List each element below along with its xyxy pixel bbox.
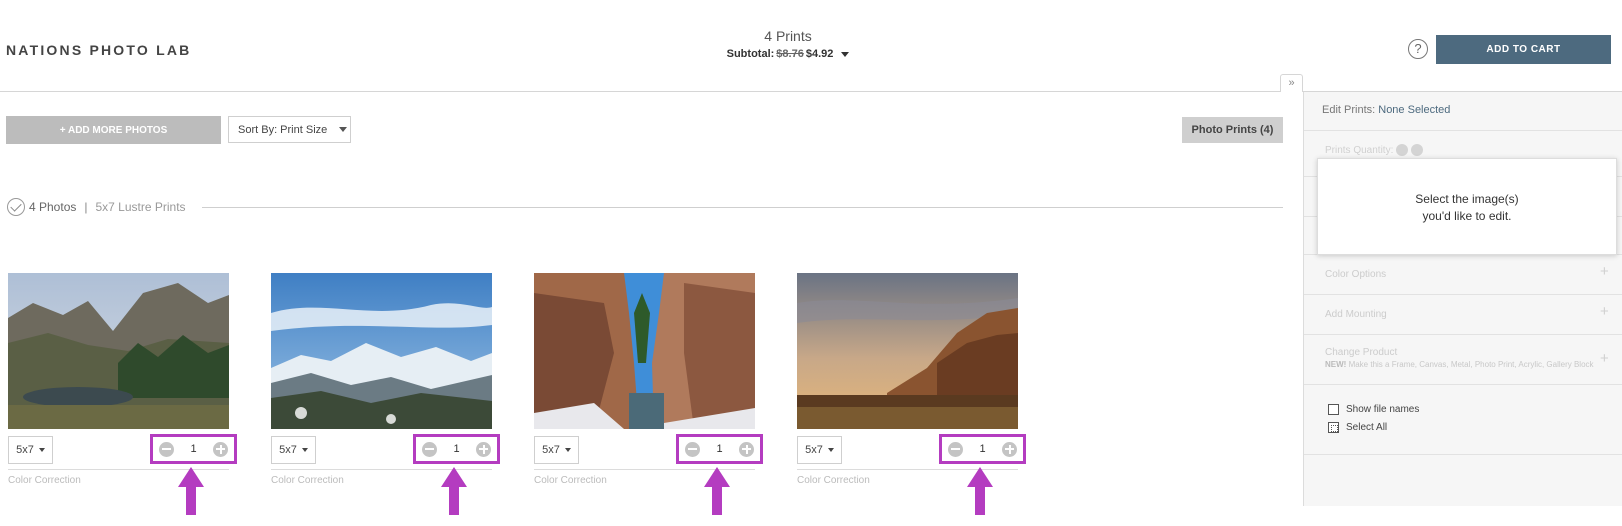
photo-thumbnail-canyon-rocks[interactable] bbox=[534, 273, 755, 429]
quantity-stepper: 1 bbox=[676, 434, 763, 464]
print-size-value: 5x7 bbox=[542, 444, 560, 456]
plus-icon[interactable] bbox=[213, 441, 228, 457]
logo[interactable]: NATIONS PHOTO LAB bbox=[6, 42, 191, 58]
order-summary: 4 Prints Subtotal: $8.76 $4.92 bbox=[688, 28, 888, 60]
quantity-value[interactable]: 1 bbox=[453, 443, 459, 455]
select-images-tooltip: Select the image(s) you'd like to edit. bbox=[1317, 158, 1617, 255]
color-correction-label[interactable]: Color Correction bbox=[271, 475, 344, 486]
minus-icon[interactable] bbox=[159, 441, 174, 457]
panel-divider bbox=[1304, 454, 1622, 455]
plus-icon[interactable] bbox=[1411, 144, 1424, 156]
prints-count-title: 4 Prints bbox=[764, 28, 812, 44]
add-mounting-item[interactable]: Add Mounting bbox=[1325, 309, 1387, 320]
chevron-down-icon bbox=[339, 127, 348, 132]
tooltip-line-2: you'd like to edit. bbox=[1422, 209, 1512, 223]
arrow-up-icon bbox=[967, 467, 993, 515]
print-size-select[interactable]: 5x7 bbox=[797, 436, 842, 464]
plus-icon[interactable] bbox=[1002, 441, 1017, 457]
color-correction-label[interactable]: Color Correction bbox=[534, 475, 607, 486]
print-size-value: 5x7 bbox=[805, 444, 823, 456]
minus-icon[interactable] bbox=[422, 441, 437, 457]
minus-icon[interactable] bbox=[685, 441, 700, 457]
subtotal-label: Subtotal: bbox=[726, 48, 775, 60]
collapse-panel-tab[interactable]: » bbox=[1280, 74, 1303, 92]
plus-icon[interactable] bbox=[476, 441, 491, 457]
separator: | bbox=[84, 200, 88, 214]
plus-icon[interactable]: + bbox=[1600, 350, 1609, 367]
panel-divider bbox=[1304, 384, 1622, 385]
add-more-photos-button[interactable]: + ADD MORE PHOTOS bbox=[6, 116, 221, 144]
help-icon[interactable]: ? bbox=[1408, 39, 1428, 59]
quantity-stepper: 1 bbox=[150, 434, 237, 464]
photo-count: 4 Photos bbox=[29, 200, 77, 214]
photo-thumbnail-sunset-cliff[interactable] bbox=[797, 273, 1018, 429]
print-size-value: 5x7 bbox=[279, 444, 297, 456]
change-product-item[interactable]: Change Product bbox=[1325, 347, 1397, 358]
quantity-stepper: 1 bbox=[413, 434, 500, 464]
prints-quantity-row: Prints Quantity: bbox=[1325, 144, 1424, 156]
add-to-cart-button[interactable]: ADD TO CART bbox=[1436, 35, 1611, 64]
quantity-value[interactable]: 1 bbox=[190, 443, 196, 455]
plus-icon[interactable]: + bbox=[1600, 263, 1609, 280]
plus-icon[interactable] bbox=[739, 441, 754, 457]
panel-divider bbox=[1304, 334, 1622, 335]
select-group-check-icon[interactable] bbox=[7, 198, 25, 216]
select-all-label: Select All bbox=[1346, 422, 1388, 433]
new-badge: NEW! bbox=[1325, 360, 1347, 369]
change-product-note: NEW! Make this a Frame, Canvas, Metal, P… bbox=[1325, 360, 1595, 370]
arrow-up-icon bbox=[704, 467, 730, 515]
header-bar: NATIONS PHOTO LAB 4 Prints Subtotal: $8.… bbox=[0, 0, 1622, 92]
subtotal-toggle[interactable]: Subtotal: $8.76 $4.92 bbox=[688, 48, 888, 60]
section-header: 4 Photos | 5x7 Lustre Prints bbox=[7, 198, 186, 216]
section-divider bbox=[202, 207, 1283, 208]
sort-by-select[interactable]: Sort By: Print Size bbox=[228, 116, 351, 143]
sort-by-label: Sort By: Print Size bbox=[238, 123, 328, 136]
change-product-description: Make this a Frame, Canvas, Metal, Photo … bbox=[1348, 360, 1594, 369]
quantity-stepper: 1 bbox=[939, 434, 1026, 464]
color-correction-label[interactable]: Color Correction bbox=[797, 475, 870, 486]
show-file-names-checkbox[interactable] bbox=[1328, 404, 1339, 415]
chevron-down-icon bbox=[841, 51, 850, 57]
color-correction-label[interactable]: Color Correction bbox=[8, 475, 81, 486]
print-size-select[interactable]: 5x7 bbox=[271, 436, 316, 464]
print-size-select[interactable]: 5x7 bbox=[8, 436, 53, 464]
tooltip-line-1: Select the image(s) bbox=[1415, 192, 1519, 206]
product-label: 5x7 Lustre Prints bbox=[95, 200, 186, 214]
show-file-names-label: Show file names bbox=[1346, 404, 1420, 415]
edit-prints-panel: Edit Prints: None Selected Prints Quanti… bbox=[1303, 92, 1622, 506]
chevron-down-icon bbox=[38, 448, 45, 452]
photo-card: 5x7 1 Color Correction bbox=[534, 273, 763, 515]
plus-icon[interactable]: + bbox=[1600, 303, 1609, 320]
chevron-down-icon bbox=[827, 448, 834, 452]
subtotal-old-price: $8.76 bbox=[776, 48, 804, 60]
chevron-down-icon bbox=[564, 448, 571, 452]
arrow-up-icon bbox=[178, 467, 204, 515]
photo-card: 5x7 1 Color Correction bbox=[797, 273, 1026, 515]
panel-divider bbox=[1304, 130, 1622, 131]
subtotal-new-price: $4.92 bbox=[805, 48, 834, 60]
show-file-names-row[interactable]: Show file names bbox=[1328, 404, 1419, 415]
photo-card: 5x7 1 Color Correction bbox=[271, 273, 500, 515]
photo-card: 5x7 1 Color Correction bbox=[8, 273, 237, 515]
chevron-down-icon bbox=[301, 448, 308, 452]
photo-thumbnail-mountain-lake[interactable] bbox=[8, 273, 229, 429]
quantity-value[interactable]: 1 bbox=[979, 443, 985, 455]
quantity-value[interactable]: 1 bbox=[716, 443, 722, 455]
prints-quantity-label: Prints Quantity: bbox=[1325, 144, 1394, 156]
minus-icon[interactable] bbox=[948, 441, 963, 457]
photo-thumbnail-snowy-mountains[interactable] bbox=[271, 273, 492, 429]
edit-prints-label: Edit Prints: bbox=[1322, 104, 1376, 116]
minus-icon[interactable] bbox=[1396, 144, 1409, 156]
edit-prints-header: Edit Prints: None Selected bbox=[1322, 104, 1450, 116]
print-size-select[interactable]: 5x7 bbox=[534, 436, 579, 464]
edit-prints-value: None Selected bbox=[1378, 104, 1451, 116]
color-options-item[interactable]: Color Options bbox=[1325, 269, 1386, 280]
print-size-value: 5x7 bbox=[16, 444, 34, 456]
select-all-row[interactable]: Select All bbox=[1328, 422, 1387, 433]
photo-prints-button[interactable]: Photo Prints (4) bbox=[1182, 117, 1283, 143]
select-all-checkbox[interactable] bbox=[1328, 422, 1339, 433]
arrow-up-icon bbox=[441, 467, 467, 515]
panel-divider bbox=[1304, 294, 1622, 295]
